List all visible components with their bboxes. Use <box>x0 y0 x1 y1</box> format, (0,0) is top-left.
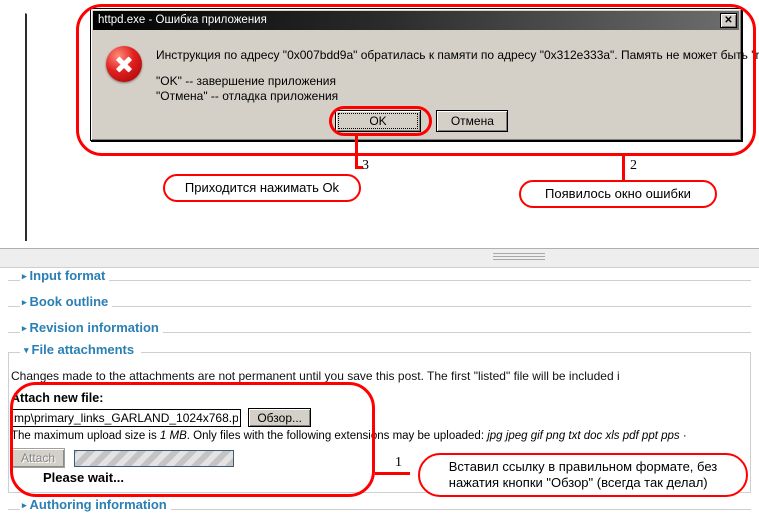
chevron-right-icon: ▸ <box>22 297 27 307</box>
legend-rule <box>8 306 751 307</box>
chevron-right-icon: ▸ <box>22 323 27 333</box>
max-note-size: 1 MB <box>159 430 187 442</box>
resize-grippie-icon[interactable] <box>493 253 545 262</box>
max-note-mid: . Only files with the following extensio… <box>186 430 488 442</box>
dialog-message-secondary: "OK" -- завершение приложения "Отмена" -… <box>156 74 338 104</box>
chevron-down-icon: ▾ <box>24 345 29 355</box>
legend-rule <box>8 280 751 281</box>
fieldset-border-left <box>8 352 20 353</box>
fieldset-book-outline: ▸ Book outline <box>8 294 751 320</box>
upload-progress-bar <box>74 449 235 467</box>
dialog-title: httpd.exe - Ошибка приложения <box>98 14 267 26</box>
close-icon[interactable]: ✕ <box>720 13 737 28</box>
legend-label: Authoring information <box>29 497 167 512</box>
sidebar-item-revision-information[interactable]: ▸ Revision information <box>20 320 163 335</box>
browse-button[interactable]: Обзор... <box>248 408 312 427</box>
legend-label: Book outline <box>29 294 109 309</box>
fieldset-authoring-information: ▸ Authoring information <box>8 497 751 523</box>
dialog-message-ok-hint: "OK" -- завершение приложения <box>156 74 336 88</box>
screenshot-root: ▸ Input format ▸ Book outline ▸ Revision in… <box>0 0 759 529</box>
cancel-button[interactable]: Отмена <box>436 110 509 132</box>
focus-ring <box>338 113 418 129</box>
sidebar-item-input-format[interactable]: ▸ Input format <box>20 268 110 283</box>
fieldset-file-attachments: ▾ File attachments Changes made to the at… <box>8 342 751 493</box>
file-path-input[interactable] <box>11 408 241 427</box>
fieldset-input-format: ▸ Input format <box>8 268 751 294</box>
sidebar-item-file-attachments[interactable]: ▾ File attachments <box>20 342 139 357</box>
attach-new-file-label: Attach new file: <box>11 391 104 405</box>
fieldset-border-right <box>141 352 751 353</box>
file-input-row: Обзор... <box>9 408 750 427</box>
legend-label: Revision information <box>29 320 159 335</box>
ok-button[interactable]: OK <box>335 110 421 132</box>
dialog-message-cancel-hint: "Отмена" -- отладка приложения <box>156 89 339 103</box>
max-note-extensions: jpg jpeg gif png txt doc xls pdf ppt pps <box>487 430 683 442</box>
attach-action-row: Attach <box>9 448 750 468</box>
error-circle-x-icon <box>106 46 142 82</box>
chevron-right-icon: ▸ <box>22 500 27 510</box>
collapsible-sections: ▸ Input format ▸ Book outline ▸ Revision in… <box>0 268 759 523</box>
attachments-description: Changes made to the attachments are not … <box>11 369 620 383</box>
sidebar-item-authoring-information[interactable]: ▸ Authoring information <box>20 497 171 512</box>
textarea-grippie-row[interactable] <box>0 248 759 268</box>
please-wait-status: Please wait... <box>43 470 124 485</box>
dialog-button-row: OK Отмена <box>335 110 509 132</box>
error-dialog[interactable]: httpd.exe - Ошибка приложения ✕ Инструкц… <box>90 8 759 141</box>
dialog-titlebar[interactable]: httpd.exe - Ошибка приложения ✕ <box>93 11 739 30</box>
sidebar-item-book-outline[interactable]: ▸ Book outline <box>20 294 113 309</box>
attach-button[interactable]: Attach <box>11 448 66 468</box>
dialog-body: Инструкция по адресу "0x007bdd9a" обрати… <box>93 32 759 138</box>
max-note-prefix: The maximum upload size is <box>11 430 160 442</box>
legend-label: File attachments <box>31 342 135 357</box>
upload-restrictions-note: The maximum upload size is 1 MB. Only fi… <box>11 430 687 442</box>
chevron-right-icon: ▸ <box>22 271 27 281</box>
legend-label: Input format <box>29 268 106 283</box>
dialog-message-primary: Инструкция по адресу "0x007bdd9a" обрати… <box>156 48 759 62</box>
